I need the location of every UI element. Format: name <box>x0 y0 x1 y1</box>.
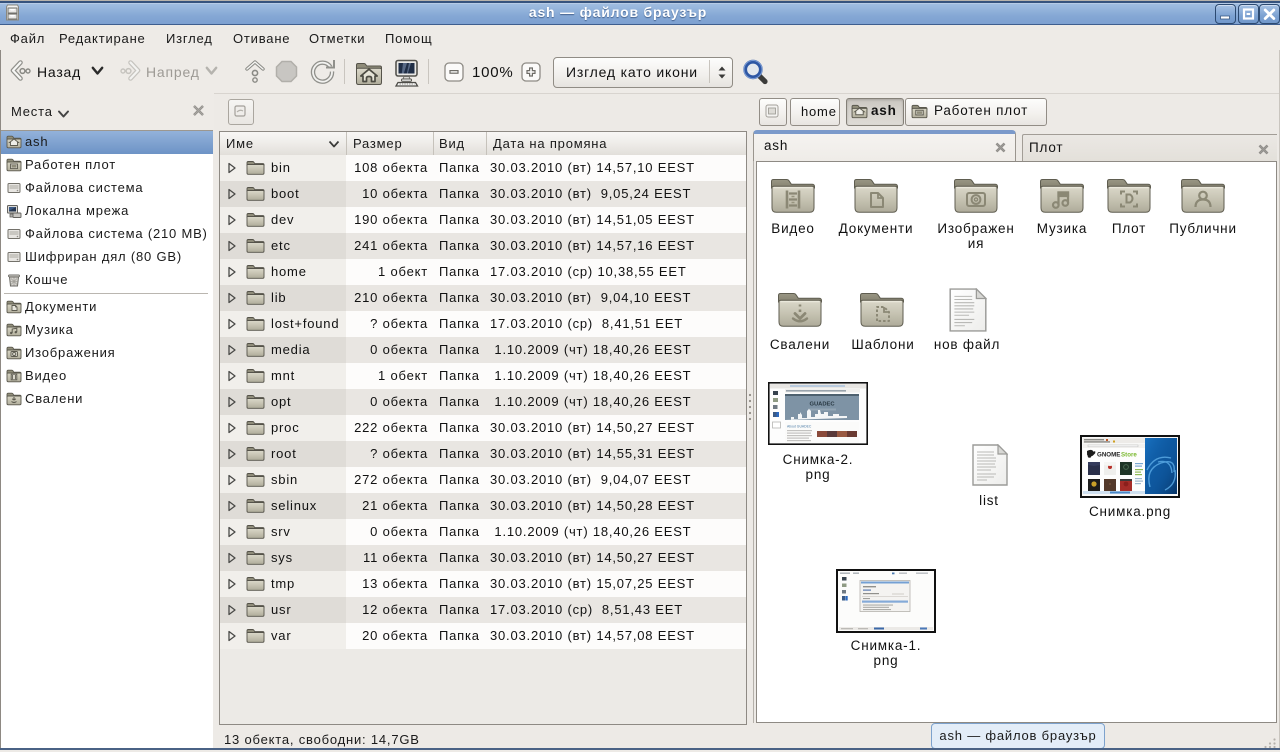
svg-text:GUADEC: GUADEC <box>809 402 835 408</box>
svg-text:About GUADEC: About GUADEC <box>787 425 812 429</box>
svg-text:GNOME: GNOME <box>1097 452 1120 459</box>
svg-text:Store: Store <box>1121 452 1137 459</box>
